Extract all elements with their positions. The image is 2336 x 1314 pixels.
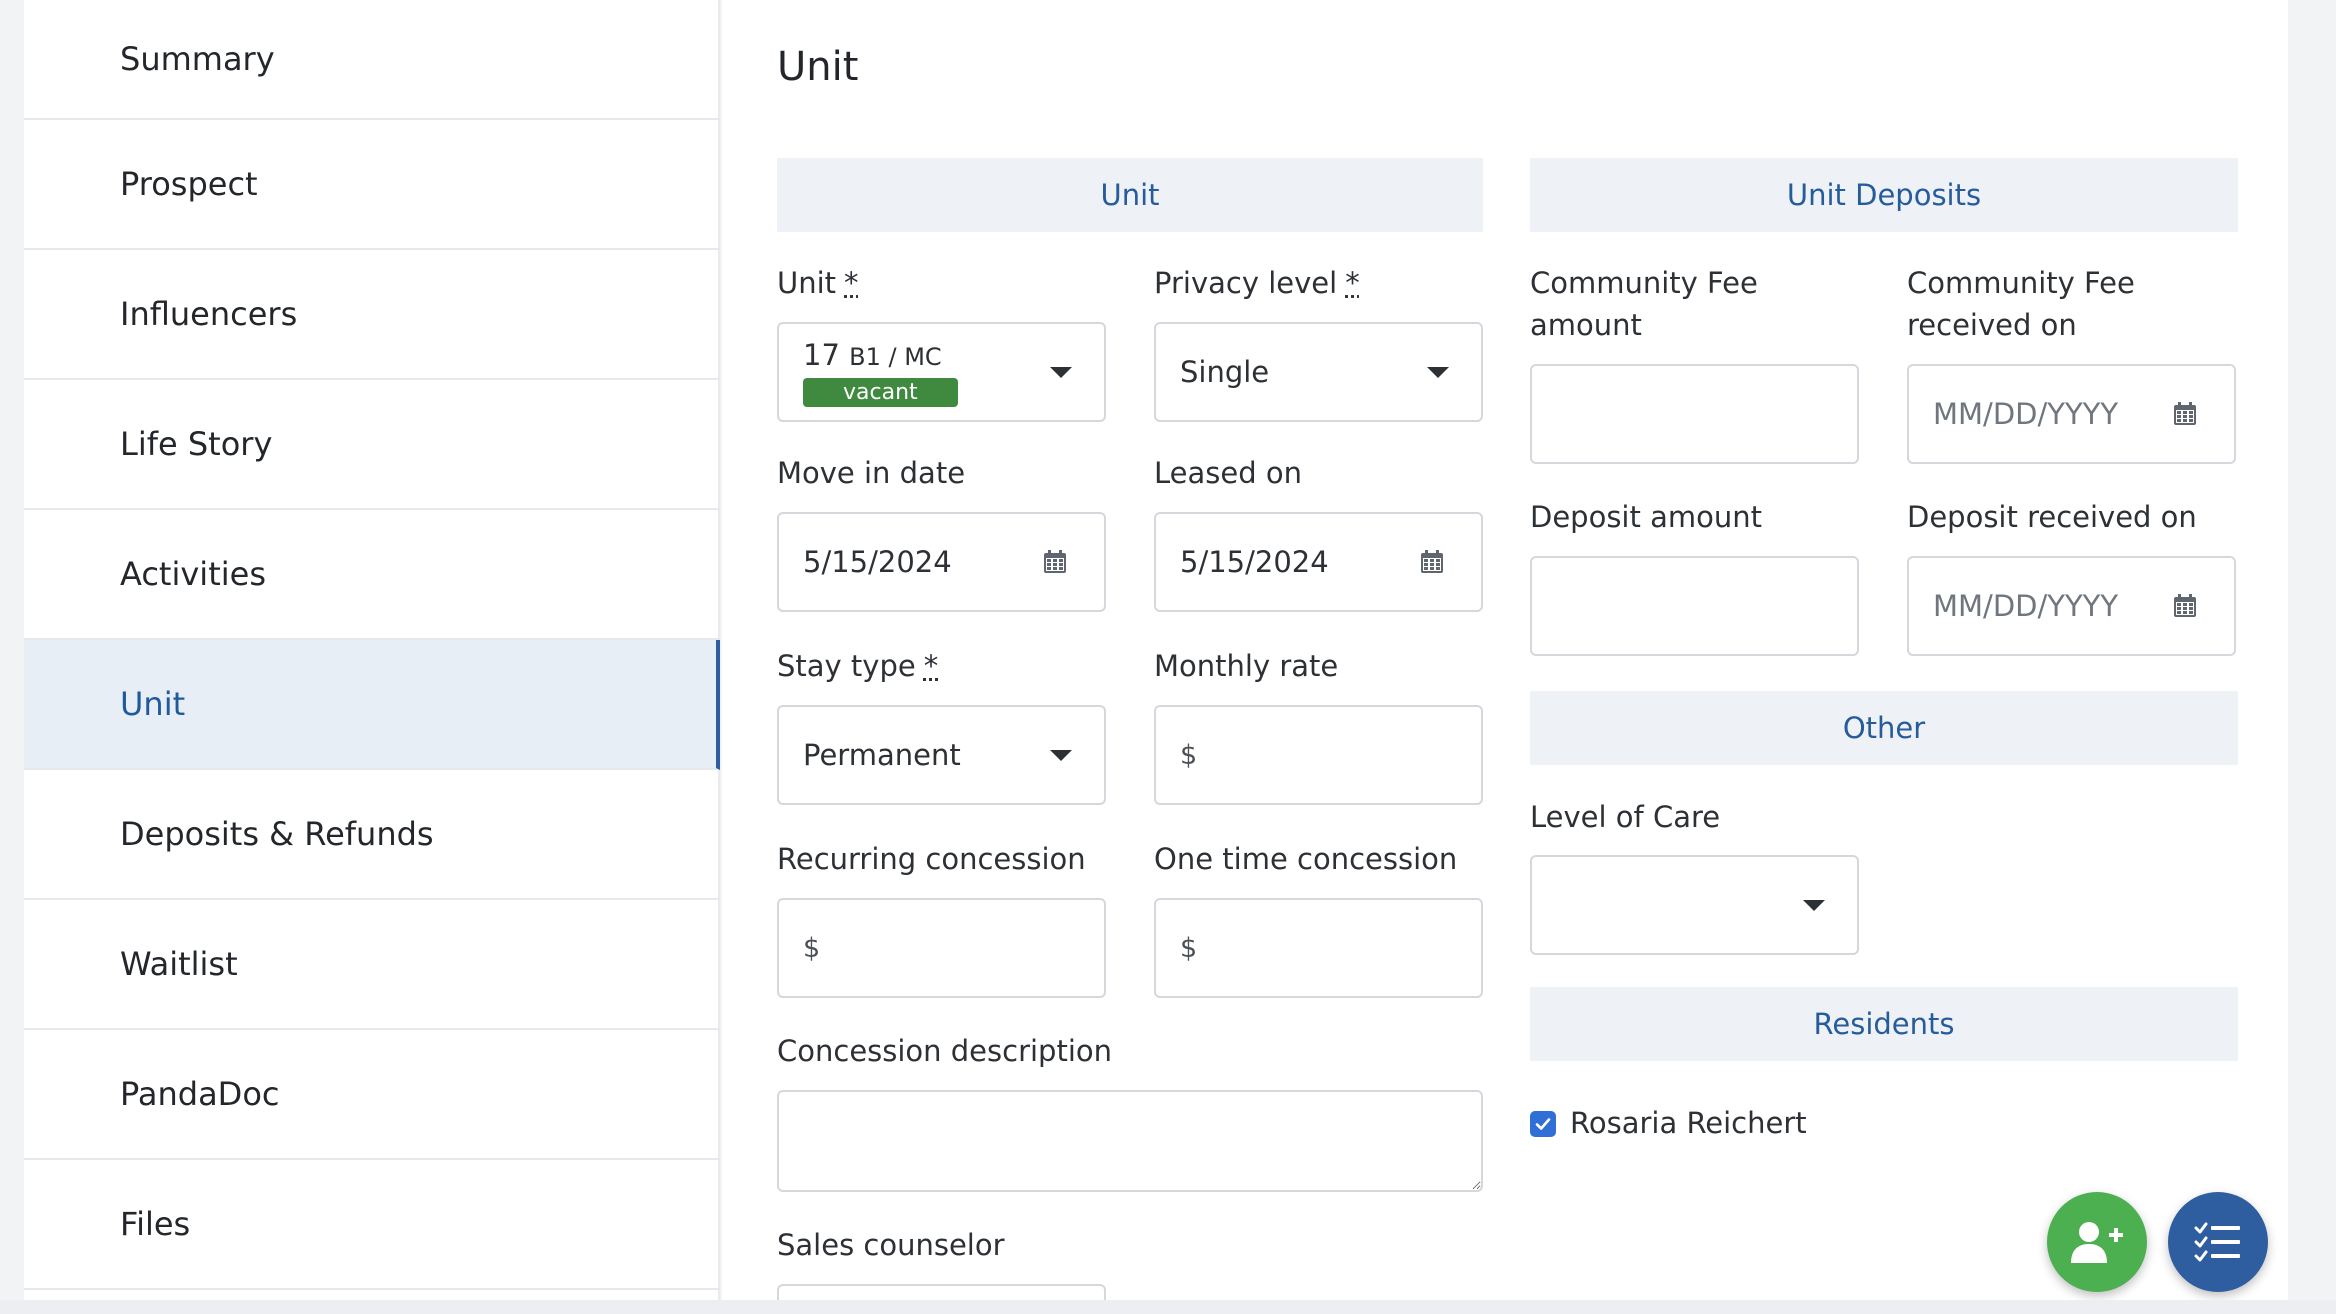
- community-fee-amount-label: Community Fee amount: [1530, 262, 1758, 346]
- sidebar-item-prospect[interactable]: Prospect: [24, 120, 720, 250]
- sidebar-item-label: Deposits & Refunds: [120, 815, 434, 853]
- stay-type-label: Stay type *: [777, 645, 938, 687]
- stay-type-select[interactable]: Permanent: [777, 705, 1106, 805]
- privacy-level-label: Privacy level *: [1154, 262, 1360, 304]
- calendar-icon[interactable]: [2172, 401, 2198, 427]
- sales-counselor-label: Sales counselor: [777, 1224, 1005, 1266]
- sidebar-item-unit[interactable]: Unit: [24, 640, 720, 770]
- sidebar-item-label: Files: [120, 1205, 190, 1243]
- sidebar-item-label: Activities: [120, 555, 266, 593]
- community-fee-received-input[interactable]: MM/DD/YYYY: [1907, 364, 2236, 464]
- section-header-unit-deposits: Unit Deposits: [1530, 158, 2238, 232]
- level-of-care-label: Level of Care: [1530, 796, 1720, 838]
- monthly-rate-input[interactable]: $: [1154, 705, 1483, 805]
- sidebar-item-label: Influencers: [120, 295, 297, 333]
- currency-prefix: $: [1180, 740, 1197, 771]
- sidebar-item-label: Waitlist: [120, 945, 238, 983]
- sidebar-item-label: Unit: [120, 685, 185, 723]
- unit-form-panel: Unit Unit Unit Deposits Unit * 17 B1 / MC…: [722, 0, 2288, 1314]
- section-header-residents: Residents: [1530, 987, 2238, 1061]
- leased-on-value: 5/15/2024: [1180, 545, 1329, 579]
- one-time-concession-label: One time concession: [1154, 838, 1457, 880]
- privacy-level-select[interactable]: Single: [1154, 322, 1483, 422]
- sidebar-item-deposits-refunds[interactable]: Deposits & Refunds: [24, 770, 720, 900]
- concession-description-label: Concession description: [777, 1030, 1112, 1072]
- concession-description-textarea[interactable]: [777, 1090, 1483, 1192]
- chevron-down-icon: [1050, 750, 1072, 761]
- section-header-other: Other: [1530, 691, 2238, 765]
- leased-on-input[interactable]: 5/15/2024: [1154, 512, 1483, 612]
- stay-type-value: Permanent: [803, 738, 961, 772]
- calendar-icon[interactable]: [2172, 593, 2198, 619]
- sidebar-item-pandadoc[interactable]: PandaDoc: [24, 1030, 720, 1160]
- recurring-concession-input[interactable]: $: [777, 898, 1106, 998]
- sidebar-item-files[interactable]: Files: [24, 1160, 720, 1290]
- resident-name: Rosaria Reichert: [1570, 1102, 1807, 1144]
- date-placeholder: MM/DD/YYYY: [1933, 589, 2118, 623]
- chevron-down-icon: [1803, 900, 1825, 911]
- move-in-date-label: Move in date: [777, 452, 965, 494]
- currency-prefix: $: [803, 933, 820, 964]
- add-person-icon: [2069, 1219, 2125, 1265]
- chevron-down-icon: [1427, 367, 1449, 378]
- deposit-amount-label: Deposit amount: [1530, 496, 1762, 538]
- privacy-level-value: Single: [1180, 355, 1269, 389]
- community-fee-received-label: Community Fee received on: [1907, 262, 2135, 346]
- bottom-edge: [0, 1300, 2336, 1314]
- calendar-icon[interactable]: [1419, 549, 1445, 575]
- sidebar-item-label: Prospect: [120, 165, 258, 203]
- date-placeholder: MM/DD/YYYY: [1933, 397, 2118, 431]
- unit-status-badge: vacant: [803, 378, 958, 407]
- sidebar-item-influencers[interactable]: Influencers: [24, 250, 720, 380]
- recurring-concession-label: Recurring concession: [777, 838, 1086, 880]
- sidebar-item-waitlist[interactable]: Waitlist: [24, 900, 720, 1030]
- sidebar-nav: Summary Prospect Influencers Life Story …: [24, 0, 720, 1314]
- leased-on-label: Leased on: [1154, 452, 1302, 494]
- level-of-care-select[interactable]: [1530, 855, 1859, 955]
- sidebar-item-label: Summary: [120, 40, 275, 78]
- checklist-icon: [2194, 1222, 2242, 1262]
- add-person-button[interactable]: [2047, 1192, 2147, 1292]
- section-header-unit: Unit: [777, 158, 1483, 232]
- deposit-received-label: Deposit received on: [1907, 496, 2197, 538]
- unit-select[interactable]: 17 B1 / MC vacant: [777, 322, 1106, 422]
- monthly-rate-label: Monthly rate: [1154, 645, 1338, 687]
- deposit-amount-input[interactable]: [1530, 556, 1859, 656]
- move-in-date-input[interactable]: 5/15/2024: [777, 512, 1106, 612]
- sidebar-item-life-story[interactable]: Life Story: [24, 380, 720, 510]
- sidebar-item-label: PandaDoc: [120, 1075, 279, 1113]
- currency-prefix: $: [1180, 933, 1197, 964]
- unit-label: Unit *: [777, 262, 859, 304]
- move-in-date-value: 5/15/2024: [803, 545, 952, 579]
- calendar-icon[interactable]: [1042, 549, 1068, 575]
- one-time-concession-input[interactable]: $: [1154, 898, 1483, 998]
- sidebar-item-summary[interactable]: Summary: [24, 0, 720, 120]
- unit-select-value: 17 B1 / MC: [803, 338, 942, 372]
- checkmark-icon: [1534, 1115, 1552, 1133]
- sidebar-item-label: Life Story: [120, 425, 272, 463]
- checklist-button[interactable]: [2168, 1192, 2268, 1292]
- chevron-down-icon: [1050, 367, 1072, 378]
- community-fee-amount-input[interactable]: [1530, 364, 1859, 464]
- sidebar-item-activities[interactable]: Activities: [24, 510, 720, 640]
- deposit-received-input[interactable]: MM/DD/YYYY: [1907, 556, 2236, 656]
- page-title: Unit: [777, 44, 858, 90]
- resident-checkbox[interactable]: [1530, 1111, 1556, 1137]
